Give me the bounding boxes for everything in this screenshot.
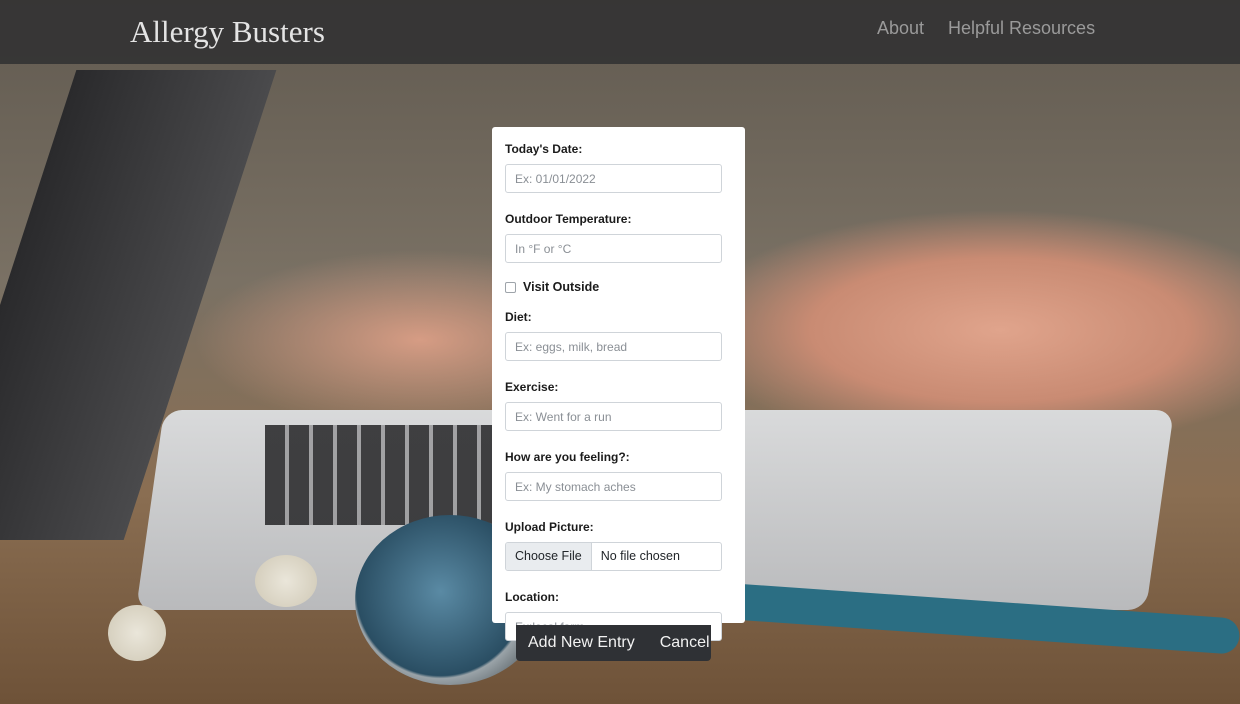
upload-picture-label: Upload Picture: — [505, 520, 594, 534]
visit-outside-label[interactable]: Visit Outside — [523, 280, 599, 294]
date-label: Today's Date: — [505, 142, 583, 156]
file-status-text: No file chosen — [600, 549, 680, 563]
choose-file-button[interactable]: Choose File — [506, 543, 592, 570]
temperature-label: Outdoor Temperature: — [505, 212, 632, 226]
upload-picture-field[interactable]: Choose File No file chosen — [505, 542, 722, 571]
exercise-input[interactable] — [505, 402, 722, 431]
feeling-label: How are you feeling?: — [505, 450, 630, 464]
location-label: Location: — [505, 590, 559, 604]
keyboard-graphic — [265, 425, 505, 525]
stethoscope-earpiece-graphic — [255, 555, 317, 607]
visit-outside-checkbox[interactable] — [505, 281, 516, 293]
form-action-bar: Add New Entry Cancel — [516, 625, 711, 661]
exercise-label: Exercise: — [505, 380, 559, 394]
new-entry-form: Today's Date: Outdoor Temperature: Visit… — [492, 127, 745, 641]
add-new-entry-button[interactable]: Add New Entry — [528, 634, 635, 652]
temperature-input[interactable] — [505, 234, 722, 263]
cancel-button[interactable]: Cancel — [660, 634, 710, 652]
nav-link-about[interactable]: About — [877, 18, 924, 39]
diet-label: Diet: — [505, 310, 532, 324]
top-navbar: Allergy Busters About Helpful Resources — [0, 0, 1240, 64]
feeling-input[interactable] — [505, 472, 722, 501]
nav-link-helpful-resources[interactable]: Helpful Resources — [948, 18, 1095, 39]
diet-input[interactable] — [505, 332, 722, 361]
visit-outside-row: Visit Outside — [505, 279, 732, 295]
date-input[interactable] — [505, 164, 722, 193]
stethoscope-earpiece-graphic — [108, 605, 166, 661]
brand-logo-text[interactable]: Allergy Busters — [130, 14, 325, 50]
